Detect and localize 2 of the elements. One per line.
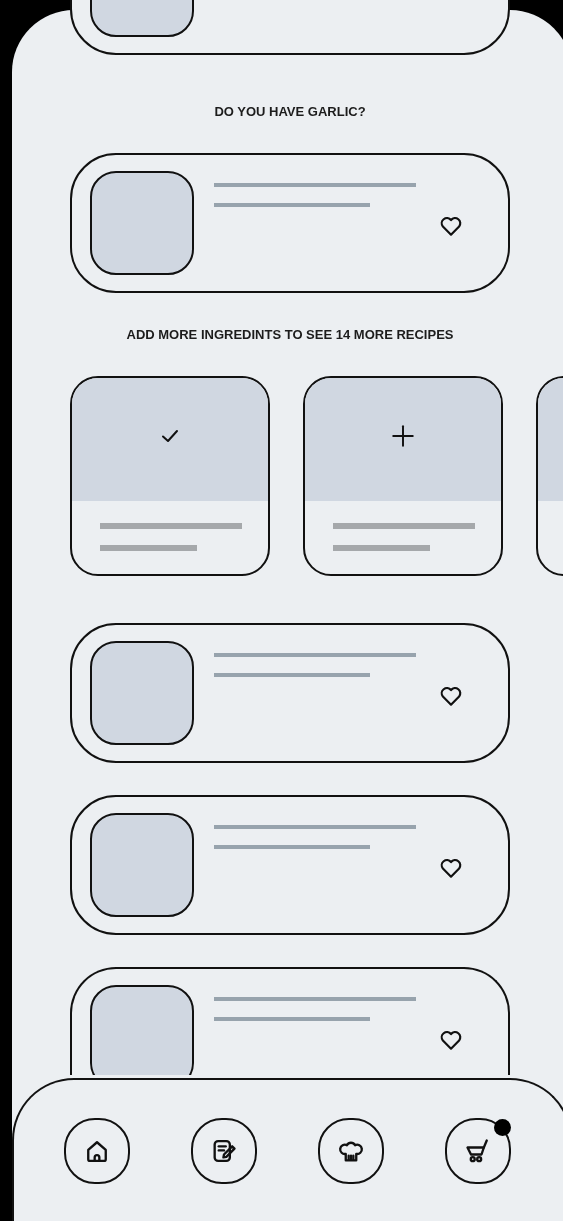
section-heading: ADD MORE INGREDINTS TO SEE 14 MORE RECIPES [126, 327, 454, 342]
section-heading: DO YOU HAVE GARLIC? [214, 104, 366, 119]
